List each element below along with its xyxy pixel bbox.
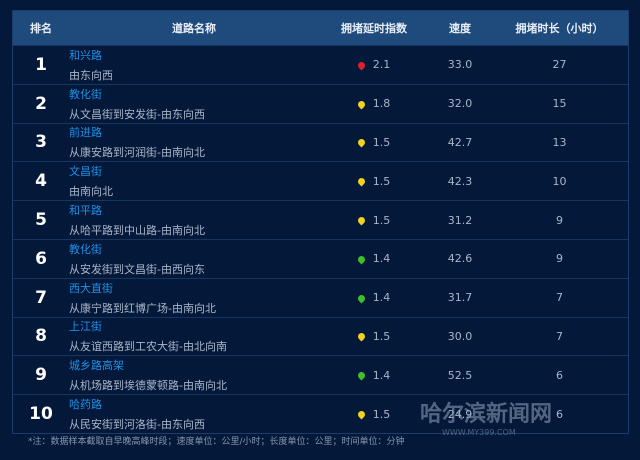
table-row: 2 教化街从文昌街到安发街-由东向西 1.8 32.0 15 bbox=[13, 83, 628, 123]
duration: 9 bbox=[556, 213, 563, 227]
footnote: *注：数据样本截取自早晚高峰时段；速度单位：公里/小时；长度单位：公里；时间单位… bbox=[28, 437, 405, 447]
congestion-index: 1.5 bbox=[372, 407, 391, 421]
speed: 31.7 bbox=[447, 291, 473, 305]
header-index: 拥堵延时指数 bbox=[341, 22, 407, 35]
duration: 6 bbox=[556, 368, 563, 382]
congestion-index: 1.5 bbox=[372, 213, 391, 227]
watermark-logo: 哈尔滨新闻网 bbox=[420, 402, 553, 427]
table-row: 8 上江街从友谊西路到工农大街-由北向南 1.5 30.0 7 bbox=[13, 316, 628, 356]
road-direction: 从机场路到埃德蒙顿路-由南向北 bbox=[69, 379, 227, 393]
duration: 27 bbox=[552, 58, 567, 72]
road-direction: 从康宁路到红博广场-由南向北 bbox=[69, 301, 216, 315]
speed: 31.2 bbox=[447, 213, 473, 227]
rank: 5 bbox=[35, 210, 47, 231]
location-pin-icon bbox=[356, 215, 367, 226]
table-row: 3 前进路从康安路到河润街-由南向北 1.5 42.7 13 bbox=[13, 122, 628, 162]
road-name-link[interactable]: 教化街 bbox=[69, 86, 319, 102]
road-name-link[interactable]: 前进路 bbox=[69, 124, 319, 140]
location-pin-icon bbox=[356, 176, 367, 187]
congestion-index: 2.1 bbox=[372, 58, 391, 72]
congestion-index: 1.5 bbox=[372, 174, 391, 188]
table-row: 7 西大直街从康宁路到红博广场-由南向北 1.4 31.7 7 bbox=[13, 277, 628, 317]
speed: 42.7 bbox=[447, 135, 473, 149]
location-pin-icon bbox=[356, 99, 367, 110]
speed: 30.0 bbox=[447, 329, 473, 343]
table-row: 6 教化街从安发街到文昌街-由西向东 1.4 42.6 9 bbox=[13, 238, 628, 278]
road-name-link[interactable]: 和平路 bbox=[69, 202, 319, 218]
duration: 15 bbox=[552, 97, 567, 111]
duration: 10 bbox=[552, 174, 567, 188]
road-name-link[interactable]: 西大直街 bbox=[69, 280, 319, 296]
location-pin-icon bbox=[356, 370, 367, 381]
road-name-link[interactable]: 和兴路 bbox=[69, 47, 319, 63]
road-direction: 从民安街到河洛街-由东向西 bbox=[69, 418, 205, 432]
location-pin-icon bbox=[356, 254, 367, 265]
road-direction: 从友谊西路到工农大街-由北向南 bbox=[69, 340, 227, 354]
speed: 32.0 bbox=[447, 97, 473, 111]
header-rank: 排名 bbox=[30, 22, 52, 35]
road-name-link[interactable]: 城乡路高架 bbox=[69, 357, 319, 373]
congestion-index: 1.8 bbox=[372, 97, 391, 111]
speed: 33.0 bbox=[447, 58, 473, 72]
rank: 2 bbox=[35, 93, 47, 114]
road-name-link[interactable]: 文昌街 bbox=[69, 163, 319, 179]
road-name-link[interactable]: 教化街 bbox=[69, 241, 319, 257]
rank: 3 bbox=[35, 132, 47, 153]
road-direction: 从哈平路到中山路-由南向北 bbox=[69, 224, 205, 238]
duration: 7 bbox=[556, 329, 563, 343]
congestion-index: 1.5 bbox=[372, 135, 391, 149]
road-name-link[interactable]: 上江街 bbox=[69, 318, 319, 334]
road-direction: 由东向西 bbox=[69, 68, 113, 82]
location-pin-icon bbox=[356, 409, 367, 420]
rank: 4 bbox=[35, 171, 47, 192]
road-direction: 从安发街到文昌街-由西向东 bbox=[69, 262, 205, 276]
duration: 9 bbox=[556, 252, 563, 266]
duration: 13 bbox=[552, 135, 567, 149]
road-direction: 由南向北 bbox=[69, 185, 113, 199]
congestion-index: 1.4 bbox=[372, 291, 391, 305]
congestion-index: 1.4 bbox=[372, 252, 391, 266]
header-duration: 拥堵时长（小时） bbox=[515, 22, 604, 35]
rank: 1 bbox=[35, 54, 47, 75]
speed: 42.6 bbox=[447, 252, 473, 266]
table-header: 排名 道路名称 拥堵延时指数 速度 拥堵时长（小时） bbox=[13, 11, 628, 45]
speed: 52.5 bbox=[447, 368, 473, 382]
table-row: 1 和兴路由东向西 2.1 33.0 27 bbox=[13, 45, 628, 84]
rank: 10 bbox=[29, 404, 53, 425]
rank: 9 bbox=[35, 365, 47, 386]
table-row: 4 文昌街由南向北 1.5 42.3 10 bbox=[13, 161, 628, 200]
speed: 42.3 bbox=[447, 174, 473, 188]
table-row: 9 城乡路高架从机场路到埃德蒙顿路-由南向北 1.4 52.5 6 bbox=[13, 355, 628, 394]
rank: 6 bbox=[35, 248, 47, 269]
location-pin-icon bbox=[356, 60, 367, 71]
rank: 7 bbox=[35, 287, 47, 308]
duration: 7 bbox=[556, 291, 563, 305]
header-road: 道路名称 bbox=[172, 22, 216, 35]
congestion-index: 1.5 bbox=[372, 329, 391, 343]
location-pin-icon bbox=[356, 332, 367, 342]
header-speed: 速度 bbox=[449, 22, 471, 35]
location-pin-icon bbox=[356, 138, 367, 148]
congestion-index: 1.4 bbox=[372, 368, 391, 382]
rank: 8 bbox=[35, 326, 47, 347]
table-row: 5 和平路从哈平路到中山路-由南向北 1.5 31.2 9 bbox=[13, 200, 628, 239]
watermark-url: WWW.MY399.COM bbox=[442, 428, 516, 437]
congestion-ranking-table: 排名 道路名称 拥堵延时指数 速度 拥堵时长（小时） 1 和兴路由东向西 2.1… bbox=[12, 10, 629, 434]
road-direction: 从康安路到河润街-由南向北 bbox=[69, 146, 205, 160]
road-direction: 从文昌街到安发街-由东向西 bbox=[69, 107, 205, 121]
road-name-link[interactable]: 哈药路 bbox=[69, 396, 319, 412]
location-pin-icon bbox=[356, 293, 367, 304]
